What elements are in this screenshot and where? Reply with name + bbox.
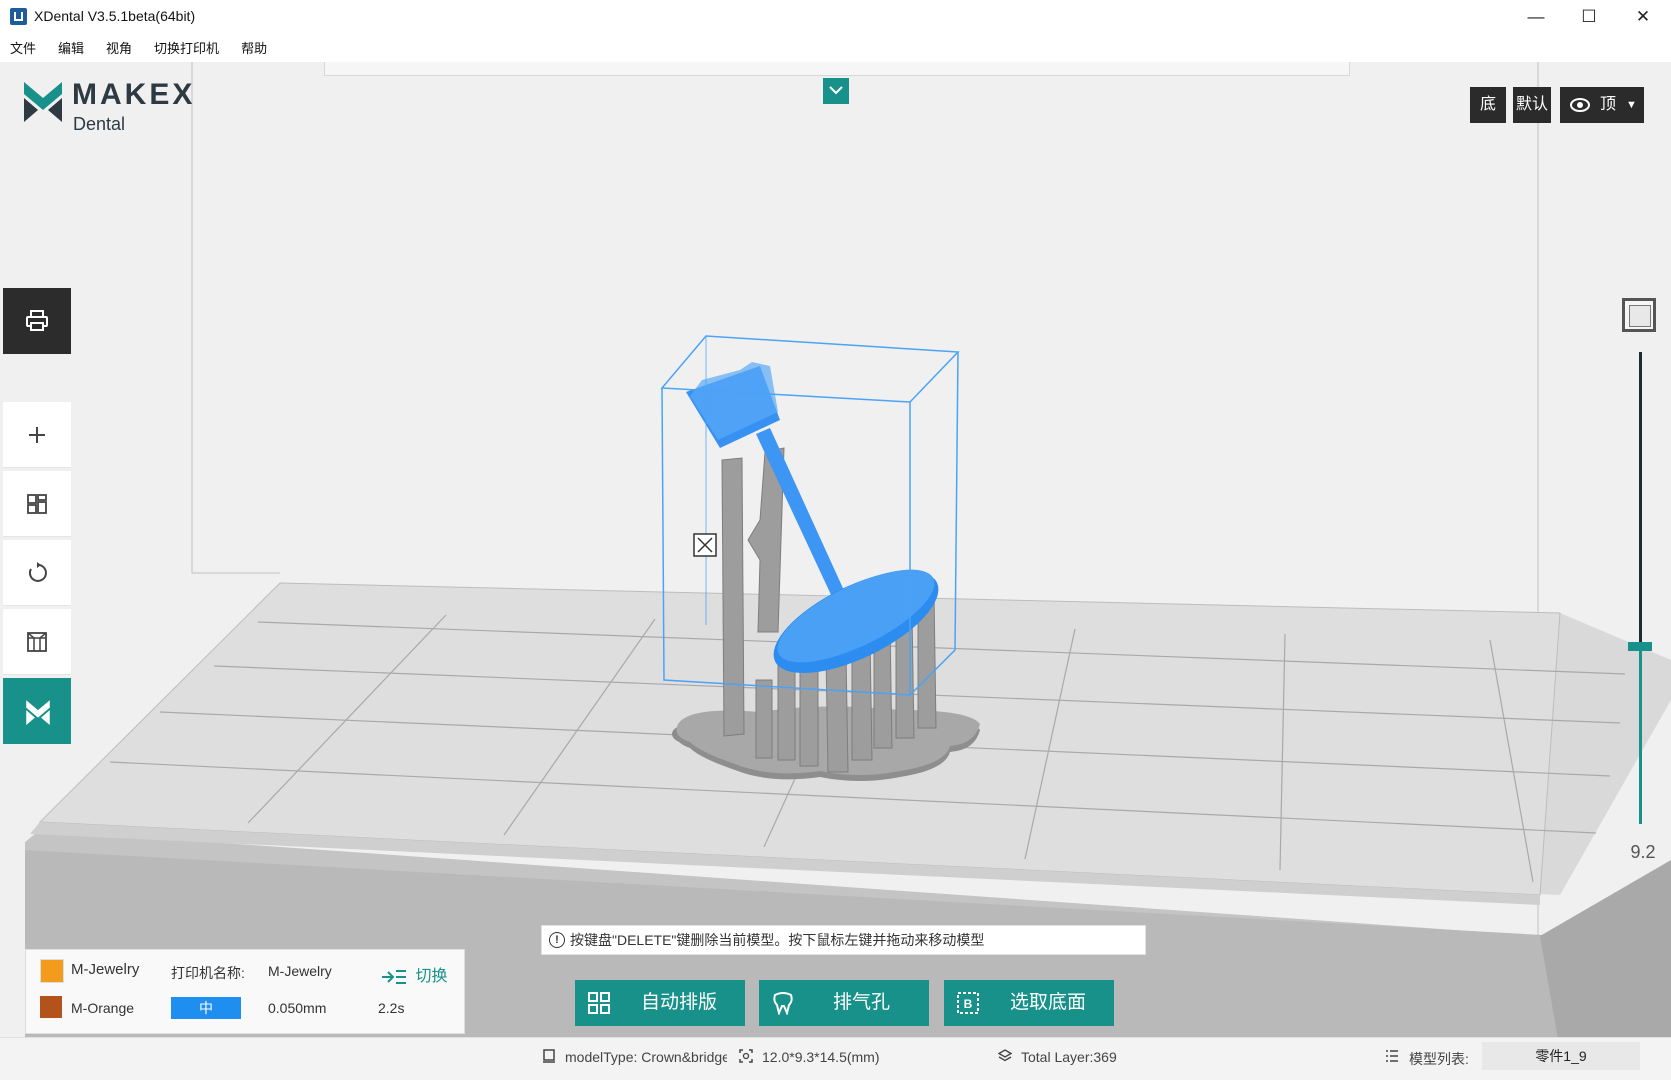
layer-slider-thumb[interactable] xyxy=(1628,642,1652,651)
support-icon xyxy=(27,632,47,652)
printer-name: M-Jewelry xyxy=(268,963,332,979)
menu-file[interactable]: 文件 xyxy=(0,34,48,64)
base-icon: B xyxy=(957,992,979,1014)
3d-viewport[interactable]: MAKEX Dental 底 默认 顶 ▼ 9.2 M-Jewelry 打印机名… xyxy=(0,62,1671,1051)
auto-arrange-button[interactable]: 自动排版 xyxy=(575,980,745,1026)
top-panel-toggle[interactable] xyxy=(823,78,849,104)
add-icon xyxy=(29,427,45,443)
support-button[interactable] xyxy=(3,609,71,675)
arrange-icon xyxy=(27,494,47,514)
layer-view-toggle[interactable] xyxy=(1622,298,1656,332)
logo-sub: Dental xyxy=(73,114,126,134)
close-button[interactable]: ✕ xyxy=(1617,0,1669,34)
switch-printer-button[interactable]: 切换 xyxy=(381,962,447,986)
printer-model: M-Jewelry xyxy=(71,961,140,978)
model-icon xyxy=(543,1049,555,1063)
layer-slider-track[interactable] xyxy=(1639,352,1642,646)
svg-text:B: B xyxy=(964,997,973,1011)
layers-icon xyxy=(998,1049,1012,1062)
build-scene xyxy=(25,62,1671,1051)
logo-brand: MAKEX xyxy=(72,78,196,111)
rotate-button[interactable] xyxy=(3,540,71,606)
menu-help[interactable]: 帮助 xyxy=(231,34,279,64)
view-top-label: 顶 xyxy=(1600,96,1617,113)
layer-slider-fill[interactable] xyxy=(1639,646,1642,824)
print-button[interactable] xyxy=(3,288,71,354)
maximize-button[interactable]: ☐ xyxy=(1563,0,1615,34)
menu-view[interactable]: 视角 xyxy=(96,34,144,64)
model-dimensions: 12.0*9.3*14.5(mm) xyxy=(762,1049,880,1065)
printer-color-swatch xyxy=(40,959,64,983)
menu-edit[interactable]: 编辑 xyxy=(48,34,96,64)
info-icon: ! xyxy=(549,932,565,948)
rotate-icon xyxy=(28,562,47,582)
app-icon xyxy=(10,8,27,25)
eye-icon xyxy=(1570,87,1590,137)
minimize-button[interactable]: — xyxy=(1510,0,1562,34)
printer-name-label: 打印机名称: xyxy=(171,965,245,981)
tooth-icon xyxy=(773,992,793,1015)
arrange-button[interactable] xyxy=(3,471,71,537)
vent-hole-label: 排气孔 xyxy=(833,992,891,1013)
auto-arrange-label: 自动排版 xyxy=(641,992,718,1013)
total-layer: Total Layer:369 xyxy=(1021,1049,1117,1065)
view-default-button[interactable]: 默认 xyxy=(1513,87,1551,123)
printer-info-panel: M-Jewelry 打印机名称: M-Jewelry 切换 M-Orange 中… xyxy=(25,949,465,1034)
makex-logo-icon xyxy=(24,82,62,122)
model-list-label: 模型列表: xyxy=(1409,1051,1469,1067)
exposure-time: 2.2s xyxy=(378,1000,405,1016)
layer-height-value: 9.2 xyxy=(1630,842,1656,862)
menu-bar: 文件 编辑 视角 切换打印机 帮助 xyxy=(0,34,1671,63)
menu-switch-printer[interactable]: 切换打印机 xyxy=(144,34,231,64)
chevron-down-icon xyxy=(829,86,843,95)
model-list-select[interactable]: 零件1_9 xyxy=(1482,1042,1640,1070)
hint-bar: ! 按键盘"DELETE"键删除当前模型。按下鼠标左键并拖动来移动模型 xyxy=(541,925,1146,955)
view-bottom-button[interactable]: 底 xyxy=(1470,87,1506,123)
vent-hole-button[interactable]: 排气孔 xyxy=(759,980,929,1026)
material-color-swatch xyxy=(40,996,62,1018)
material-name: M-Orange xyxy=(71,1000,135,1016)
hint-text: 按键盘"DELETE"键删除当前模型。按下鼠标左键并拖动来移动模型 xyxy=(570,932,985,948)
add-model-button[interactable] xyxy=(3,402,71,468)
chevron-down-icon: ▼ xyxy=(1626,99,1637,111)
makex-button[interactable] xyxy=(3,678,71,744)
top-tray xyxy=(324,62,1350,76)
status-bar: modelType: Crown&bridge 12.0*9.3*14.5(mm… xyxy=(0,1037,1671,1080)
arrange-icon xyxy=(588,992,610,1014)
makex-logo-icon xyxy=(26,700,50,725)
print-icon xyxy=(26,310,48,331)
switch-icon xyxy=(382,969,406,984)
list-icon xyxy=(1386,1050,1398,1062)
view-top-button[interactable]: 顶 ▼ xyxy=(1560,87,1644,123)
window-title: XDental V3.5.1beta(64bit) xyxy=(34,8,196,24)
size-icon xyxy=(739,1049,753,1063)
switch-label: 切换 xyxy=(415,968,448,985)
quality-badge[interactable]: 中 xyxy=(171,997,241,1019)
select-base-label: 选取底面 xyxy=(1010,992,1087,1013)
model-type: modelType: Crown&bridge xyxy=(565,1049,727,1065)
select-base-button[interactable]: B 选取底面 xyxy=(944,980,1114,1026)
title-bar: XDental V3.5.1beta(64bit) — ☐ ✕ xyxy=(0,0,1671,34)
layer-thickness: 0.050mm xyxy=(268,1000,327,1016)
